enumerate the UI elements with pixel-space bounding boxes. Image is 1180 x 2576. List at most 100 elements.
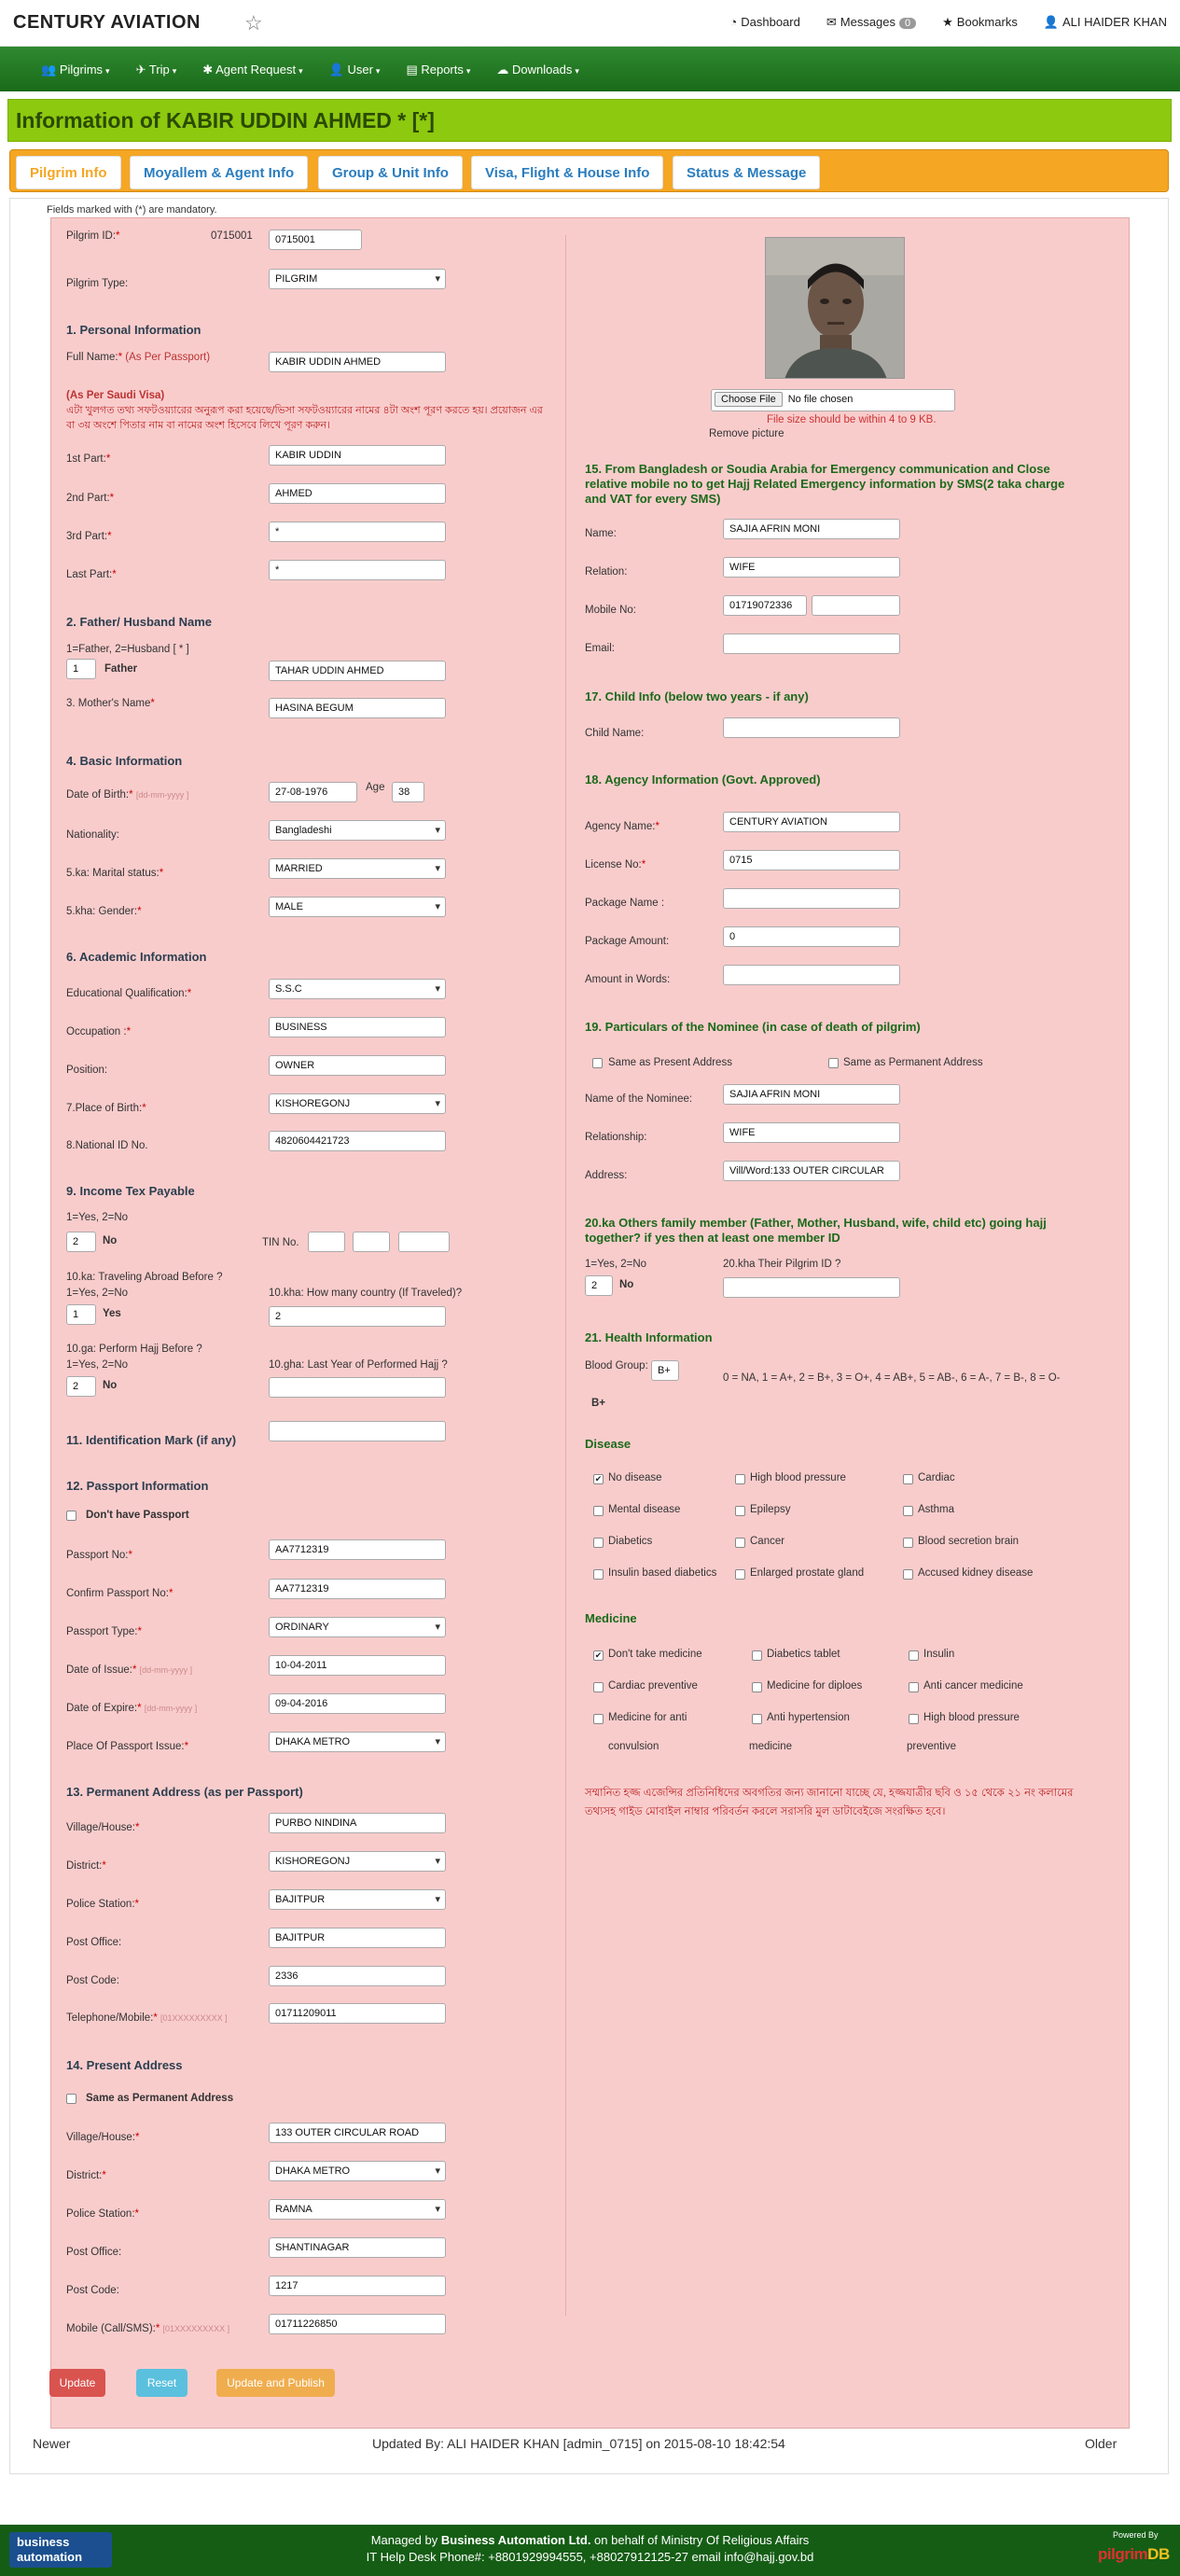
ec-mobile-input[interactable]: 01719072336 xyxy=(723,595,807,616)
family-member-code[interactable]: 2 xyxy=(585,1275,613,1296)
disease-checkbox[interactable]: ✔ xyxy=(593,1474,604,1484)
third-part-input[interactable]: * xyxy=(269,522,446,542)
full-name-input[interactable]: KABIR UDDIN AHMED xyxy=(269,352,446,372)
ec-email-input[interactable] xyxy=(723,634,900,654)
ec-name-input[interactable]: SAJIA AFRIN MONI xyxy=(723,519,900,539)
reset-button[interactable]: Reset xyxy=(136,2369,187,2397)
countries-input[interactable]: 2 xyxy=(269,1306,446,1327)
nominee-same-permanent-checkbox[interactable] xyxy=(828,1058,839,1068)
medicine-checkbox[interactable]: ✔ xyxy=(593,1650,604,1661)
medicine-checkbox[interactable] xyxy=(909,1714,919,1724)
pres-police-station-select[interactable]: RAMNA xyxy=(269,2199,446,2220)
dob-input[interactable]: 27-08-1976 xyxy=(269,782,357,802)
brand-logo[interactable]: CENTURY AVIATION xyxy=(13,12,201,34)
disease-checkbox[interactable] xyxy=(593,1506,604,1516)
national-id-input[interactable]: 4820604421723 xyxy=(269,1131,446,1151)
newer-link[interactable]: Newer xyxy=(33,2436,70,2451)
tab-moyallem-agent[interactable]: Moyallem & Agent Info xyxy=(130,156,309,189)
amount-words-input[interactable] xyxy=(723,965,900,985)
ec-mobile-input-2[interactable] xyxy=(812,595,900,616)
father-name-input[interactable]: TAHAR UDDIN AHMED xyxy=(269,661,446,681)
older-link[interactable]: Older xyxy=(1085,2436,1117,2451)
their-pilgrim-id-input[interactable] xyxy=(723,1277,900,1298)
dashboard-link[interactable]: ◔ Dashboard xyxy=(729,15,799,30)
nav-user[interactable]: 👤 User ▾ xyxy=(329,63,381,77)
last-hajj-input[interactable] xyxy=(269,1377,446,1398)
update-button[interactable]: Update xyxy=(49,2369,105,2397)
medicine-checkbox[interactable] xyxy=(593,1682,604,1692)
pres-post-office-input[interactable]: SHANTINAGAR xyxy=(269,2237,446,2258)
tab-group-unit[interactable]: Group & Unit Info xyxy=(318,156,463,189)
disease-checkbox[interactable] xyxy=(903,1506,913,1516)
nav-pilgrims[interactable]: 👥 Pilgrims ▾ xyxy=(41,63,110,77)
issue-date-input[interactable]: 10-04-2011 xyxy=(269,1655,446,1676)
medicine-checkbox[interactable] xyxy=(909,1682,919,1692)
pilgrim-id-input[interactable]: 0715001 xyxy=(269,230,362,250)
perm-post-office-input[interactable]: BAJITPUR xyxy=(269,1928,446,1948)
user-menu[interactable]: 👤 ALI HAIDER KHAN xyxy=(1044,15,1167,30)
gender-select[interactable]: MALE xyxy=(269,897,446,917)
bookmark-star-icon[interactable]: ☆ xyxy=(244,11,263,35)
pres-village-input[interactable]: 133 OUTER CIRCULAR ROAD xyxy=(269,2123,446,2143)
confirm-passport-input[interactable]: AA7712319 xyxy=(269,1579,446,1599)
place-of-birth-select[interactable]: KISHOREGONJ xyxy=(269,1093,446,1114)
disease-checkbox[interactable] xyxy=(735,1538,745,1548)
medicine-checkbox[interactable] xyxy=(752,1714,762,1724)
tin-input-3[interactable] xyxy=(398,1232,450,1252)
expire-date-input[interactable]: 09-04-2016 xyxy=(269,1693,446,1714)
package-amount-input[interactable]: 0 xyxy=(723,926,900,947)
disease-checkbox[interactable] xyxy=(593,1569,604,1580)
medicine-checkbox[interactable] xyxy=(752,1650,762,1661)
bookmarks-link[interactable]: ★ Bookmarks xyxy=(942,15,1018,30)
nav-downloads[interactable]: ☁ Downloads ▾ xyxy=(496,63,578,77)
nationality-select[interactable]: Bangladeshi xyxy=(269,820,446,841)
father-husband-code[interactable]: 1 xyxy=(66,659,96,679)
ec-relation-input[interactable]: WIFE xyxy=(723,557,900,578)
perm-telephone-input[interactable]: 01711209011 xyxy=(269,2003,446,2024)
blood-group-input[interactable]: B+ xyxy=(651,1360,679,1381)
tin-input-1[interactable] xyxy=(308,1232,345,1252)
disease-checkbox[interactable] xyxy=(735,1506,745,1516)
mother-name-input[interactable]: HASINA BEGUM xyxy=(269,698,446,718)
pres-mobile-input[interactable]: 01711226850 xyxy=(269,2314,446,2334)
tab-pilgrim-info[interactable]: Pilgrim Info xyxy=(16,156,121,189)
passport-no-input[interactable]: AA7712319 xyxy=(269,1539,446,1560)
package-name-input[interactable] xyxy=(723,888,900,909)
medicine-checkbox[interactable] xyxy=(593,1714,604,1724)
pres-district-select[interactable]: DHAKA METRO xyxy=(269,2161,446,2181)
disease-checkbox[interactable] xyxy=(735,1569,745,1580)
nav-trip[interactable]: ✈ Trip ▾ xyxy=(136,63,177,77)
perm-village-input[interactable]: PURBO NINDINA xyxy=(269,1813,446,1833)
no-passport-checkbox[interactable] xyxy=(66,1511,76,1521)
update-publish-button[interactable]: Update and Publish xyxy=(216,2369,335,2397)
tin-input-2[interactable] xyxy=(353,1232,390,1252)
license-input[interactable]: 0715 xyxy=(723,850,900,870)
last-part-input[interactable]: * xyxy=(269,560,446,580)
passport-issue-place-select[interactable]: DHAKA METRO xyxy=(269,1732,446,1752)
passport-type-select[interactable]: ORDINARY xyxy=(269,1617,446,1637)
nominee-same-present-checkbox[interactable] xyxy=(592,1058,603,1068)
nav-agent-request[interactable]: ✱ Agent Request ▾ xyxy=(202,63,302,77)
perm-district-select[interactable]: KISHOREGONJ xyxy=(269,1851,446,1872)
pilgrim-type-select[interactable]: PILGRIM xyxy=(269,269,446,289)
disease-checkbox[interactable] xyxy=(903,1474,913,1484)
nominee-relationship-input[interactable]: WIFE xyxy=(723,1122,900,1143)
travel-abroad-code[interactable]: 1 xyxy=(66,1304,96,1325)
disease-checkbox[interactable] xyxy=(593,1538,604,1548)
income-tax-code[interactable]: 2 xyxy=(66,1232,96,1252)
disease-checkbox[interactable] xyxy=(735,1474,745,1484)
medicine-checkbox[interactable] xyxy=(909,1650,919,1661)
age-input[interactable]: 38 xyxy=(392,782,424,802)
position-input[interactable]: OWNER xyxy=(269,1055,446,1076)
marital-status-select[interactable]: MARRIED xyxy=(269,858,446,879)
tab-visa-flight-house[interactable]: Visa, Flight & House Info xyxy=(471,156,664,189)
nav-reports[interactable]: ▤ Reports ▾ xyxy=(406,63,470,77)
second-part-input[interactable]: AHMED xyxy=(269,483,446,504)
disease-checkbox[interactable] xyxy=(903,1569,913,1580)
hajj-before-code[interactable]: 2 xyxy=(66,1376,96,1397)
nominee-name-input[interactable]: SAJIA AFRIN MONI xyxy=(723,1084,900,1105)
pres-post-code-input[interactable]: 1217 xyxy=(269,2276,446,2296)
nominee-address-input[interactable]: Vill/Word:133 OUTER CIRCULAR xyxy=(723,1161,900,1181)
agency-name-input[interactable]: CENTURY AVIATION xyxy=(723,812,900,832)
occupation-input[interactable]: BUSINESS xyxy=(269,1017,446,1037)
